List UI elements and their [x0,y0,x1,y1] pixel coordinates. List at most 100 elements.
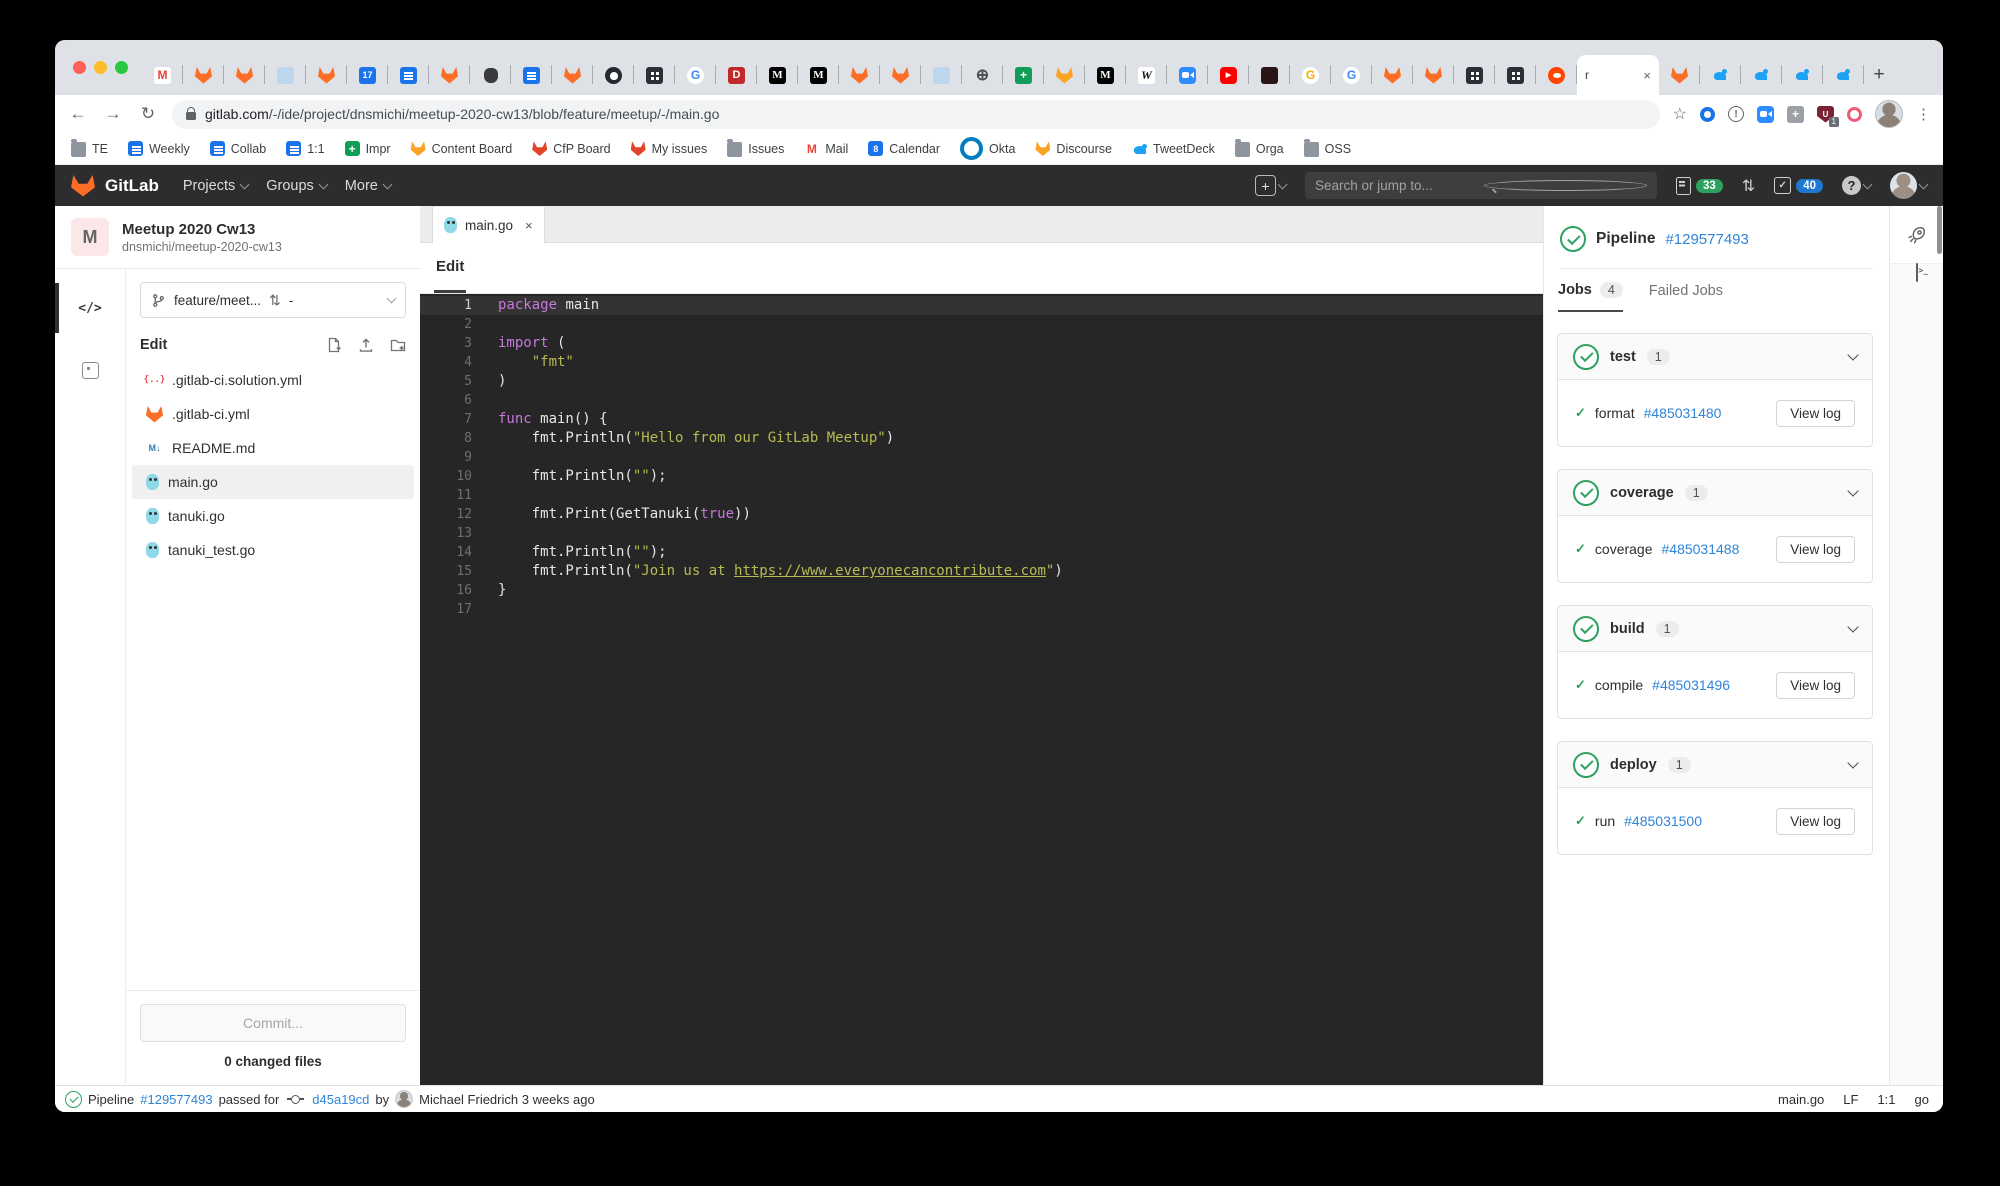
browser-tab[interactable]: W [1126,55,1167,95]
bookmark-item[interactable]: CfP Board [532,141,611,156]
browser-tab[interactable]: ▶ [1208,55,1249,95]
code-editor[interactable]: 1 package main 2 3 import (4 "fmt" 5) 6 7 func m… [420,294,1543,1085]
shield-extension-icon[interactable]: U1 [1817,105,1839,127]
browser-tab[interactable] [839,55,880,95]
browser-tab[interactable] [511,55,552,95]
job-id-link[interactable]: #485031480 [1644,405,1722,421]
file-tree-item[interactable]: .gitlab-ci.yml [132,397,414,431]
new-file-icon[interactable] [326,337,342,353]
bookmark-item[interactable]: Collab [209,141,266,156]
bookmark-item[interactable]: Discourse [1035,141,1112,156]
browser-profile-avatar[interactable] [1875,100,1903,128]
browser-tab[interactable] [634,55,675,95]
browser-tab[interactable] [1823,55,1864,95]
bookmark-item[interactable]: 8 Calendar [868,141,940,156]
navbar-menu-more[interactable]: More [345,178,393,194]
bookmark-item[interactable]: Okta [960,137,1015,160]
statusbar-info-item[interactable]: LF [1843,1092,1858,1107]
tab-failed-jobs[interactable]: Failed Jobs [1649,283,1723,312]
plus-icon[interactable]: + [1255,175,1276,196]
stage-header[interactable]: coverage 1 [1558,470,1872,516]
active-browser-tab[interactable]: r × [1577,55,1659,95]
file-tree-item[interactable]: tanuki.go [132,499,414,533]
job-id-link[interactable]: #485031488 [1662,541,1740,557]
close-icon[interactable]: × [525,218,533,233]
zoomc-extension-icon[interactable] [1757,105,1774,123]
browser-tab[interactable]: G [675,55,716,95]
browser-tab[interactable] [1249,55,1290,95]
bookmark-item[interactable]: OSS [1303,139,1351,157]
rail-item-pipeline[interactable] [1890,206,1943,264]
swirl-extension-icon[interactable] [1847,106,1862,122]
browser-tab[interactable] [429,55,470,95]
pipeline-id-link[interactable]: #129577493 [1665,231,1748,248]
rail-item-terminal[interactable] [1915,263,1918,282]
bluedot-extension-icon[interactable] [1700,106,1715,122]
back-button[interactable]: ← [67,104,89,124]
browser-tab[interactable]: M [1085,55,1126,95]
merge-requests-icon[interactable]: ⇅ [1742,176,1755,196]
file-tree-item[interactable]: M↓ README.md [132,431,414,465]
browser-tab[interactable] [388,55,429,95]
help-menu[interactable]: ? [1842,176,1873,195]
browser-tab[interactable] [552,55,593,95]
browser-tab[interactable]: M [798,55,839,95]
address-bar[interactable]: gitlab.com/-/ide/project/dnsmichi/meetup… [172,99,1660,129]
commit-button[interactable]: Commit... [140,1004,406,1042]
browser-tab[interactable] [1700,55,1741,95]
browser-tab[interactable] [1659,55,1700,95]
browser-tab[interactable] [1044,55,1085,95]
statusbar-info-item[interactable]: go [1915,1092,1929,1107]
bookmark-item[interactable]: 1:1 [286,141,325,156]
gitlab-logo-icon[interactable] [71,174,95,197]
bookmark-item[interactable]: M Mail [804,141,848,156]
tab-edit-mode[interactable]: Edit [434,243,467,293]
browser-tab[interactable] [1413,55,1454,95]
browser-tab[interactable]: ⊕ [962,55,1003,95]
job-id-link[interactable]: #485031500 [1624,813,1702,829]
job-id-link[interactable]: #485031496 [1652,677,1730,693]
stage-header[interactable]: test 1 [1558,334,1872,380]
todos-button[interactable]: 40 [1774,177,1823,194]
browser-tab[interactable]: 17 [347,55,388,95]
tab-close-icon[interactable]: × [1643,68,1651,83]
bookmark-item[interactable]: Weekly [127,141,190,156]
browser-tab[interactable] [1536,55,1577,95]
tab-jobs[interactable]: Jobs 4 [1558,282,1623,312]
statusbar-commit-link[interactable]: d45a19cd [312,1092,369,1107]
file-tree-item[interactable]: main.go [132,465,414,499]
scrollbar-thumb[interactable] [1937,206,1942,254]
file-tree-item[interactable]: {..} .gitlab-ci.solution.yml [132,363,414,397]
browser-tab[interactable] [1495,55,1536,95]
browser-tab[interactable] [921,55,962,95]
new-folder-icon[interactable] [390,337,406,353]
grayplus-extension-icon[interactable]: + [1787,105,1804,123]
bookmark-item[interactable]: TE [71,139,108,157]
navbar-menu-projects[interactable]: Projects [183,178,250,194]
onep-extension-icon[interactable]: ! [1728,106,1744,122]
browser-tab[interactable] [1454,55,1495,95]
editor-tab-maingo[interactable]: main.go × [432,207,545,243]
browser-tab[interactable] [1372,55,1413,95]
upload-file-icon[interactable] [358,337,374,353]
view-log-button[interactable]: View log [1776,535,1855,563]
statusbar-info-item[interactable]: 1:1 [1877,1092,1895,1107]
rail-item-commit[interactable] [55,339,125,401]
stage-header[interactable]: build 1 [1558,606,1872,652]
bookmark-item[interactable]: Orga [1234,139,1284,157]
statusbar-info-item[interactable]: main.go [1778,1092,1824,1107]
browser-tab[interactable] [183,55,224,95]
forward-button[interactable]: → [102,104,124,124]
browser-tab[interactable] [1167,55,1208,95]
branch-selector[interactable]: feature/meet... ⇅ - [140,282,406,318]
zoom-window-button[interactable] [115,61,128,74]
new-tab-button[interactable]: + [1864,55,1894,95]
view-log-button[interactable]: View log [1776,399,1855,427]
user-menu[interactable] [1890,172,1929,199]
bookmark-item[interactable]: Content Board [410,141,512,156]
browser-tab[interactable] [306,55,347,95]
file-tree-item[interactable]: tanuki_test.go [132,533,414,567]
browser-tab[interactable]: D [716,55,757,95]
view-log-button[interactable]: View log [1776,671,1855,699]
bookmark-item[interactable]: My issues [630,141,707,156]
